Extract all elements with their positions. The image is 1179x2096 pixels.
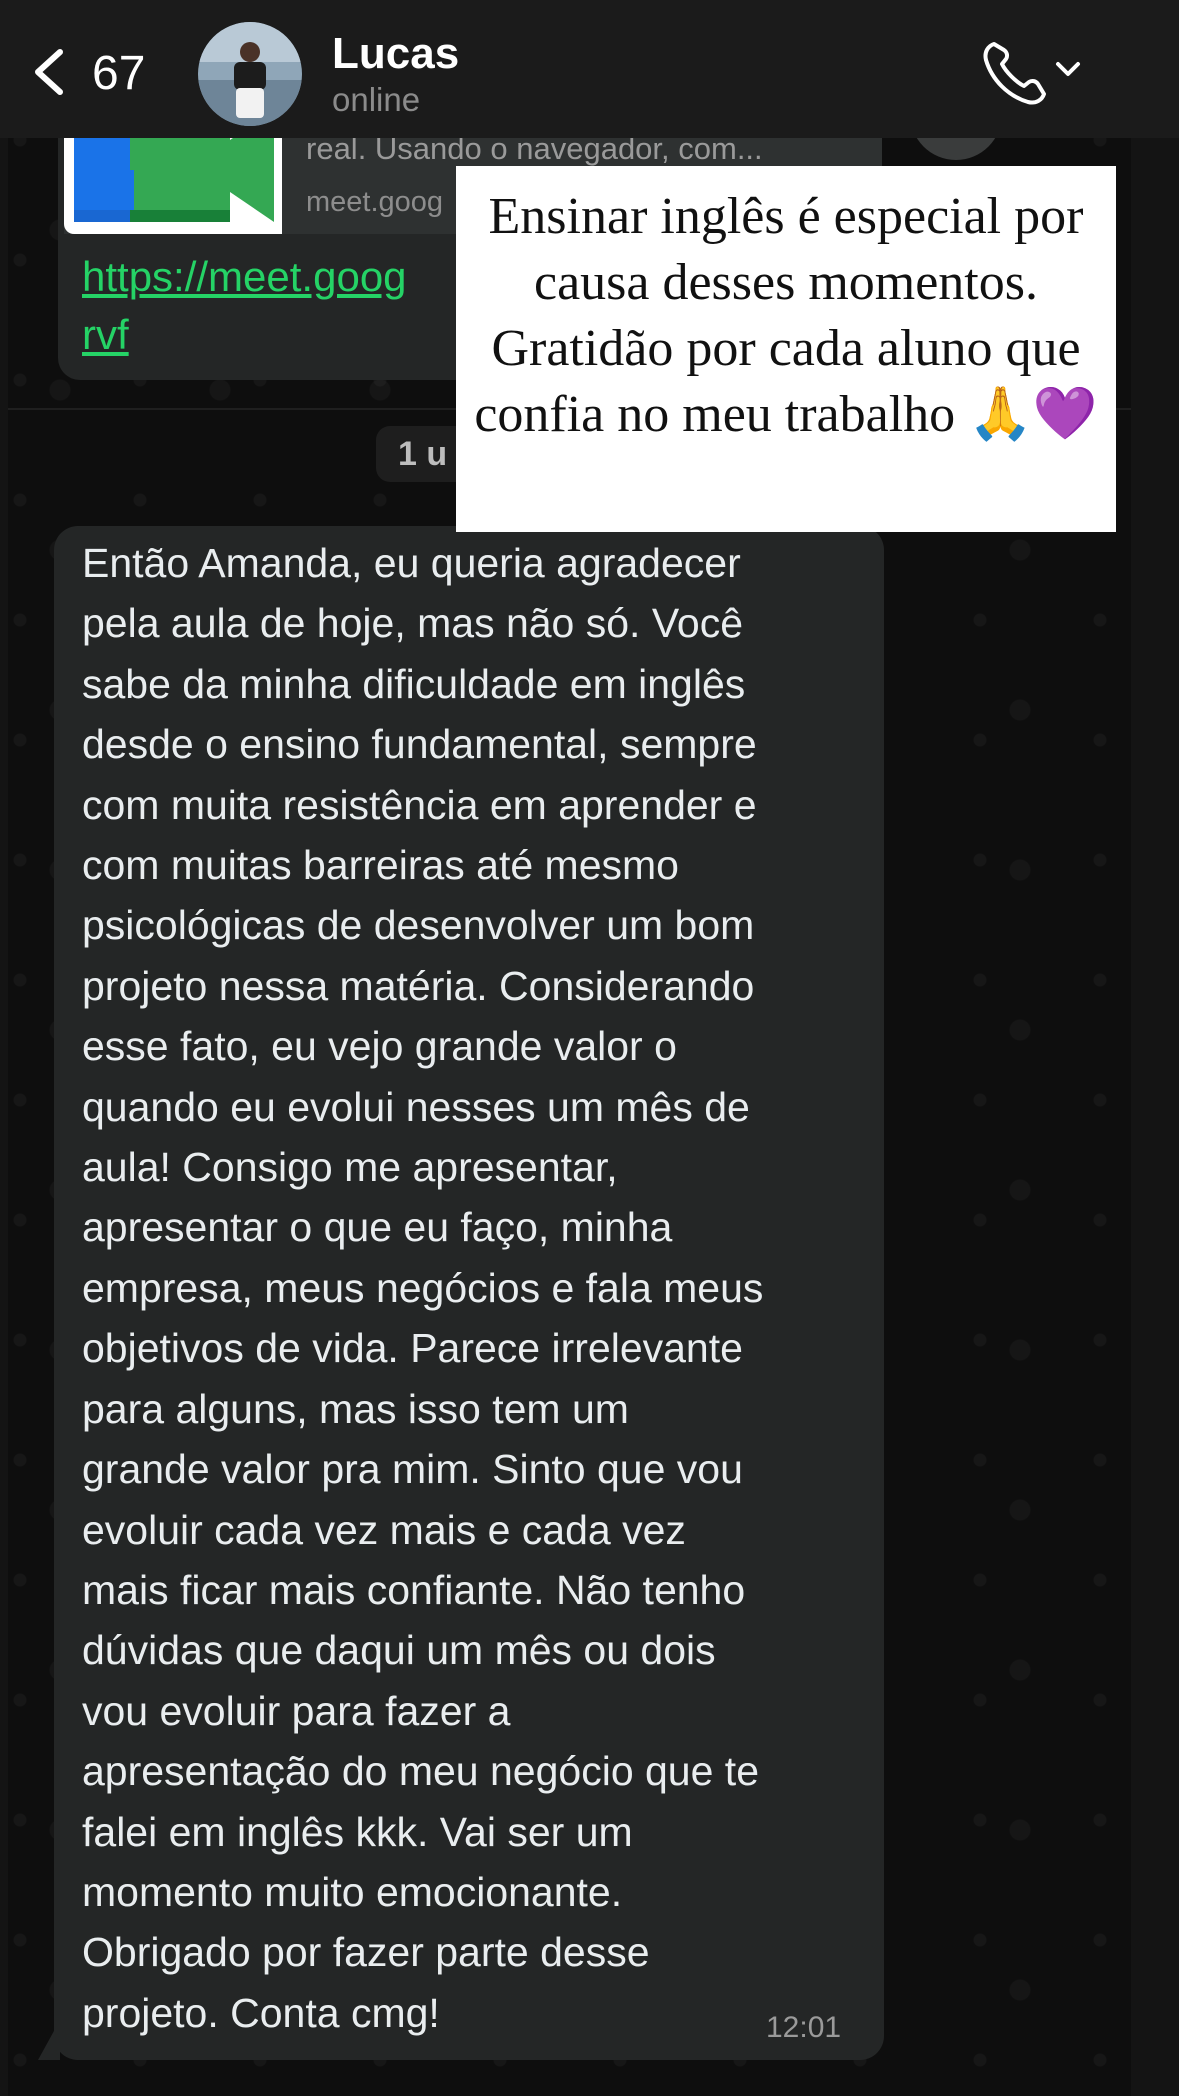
phone-icon (983, 42, 1080, 105)
message-bubble-tail (38, 2020, 60, 2060)
contact-status: online (332, 81, 421, 118)
link-preview-domain: meet.goog (306, 186, 444, 218)
chevron-left-icon[interactable] (30, 48, 70, 96)
date-divider-label: 1 u (398, 435, 448, 473)
unread-count[interactable]: 67 (92, 46, 145, 102)
left-edge (0, 0, 8, 2096)
contact-name[interactable]: Lucas (332, 28, 459, 80)
message-text: Então Amanda, eu queria agradecer pela a… (82, 540, 764, 2036)
overlay-caption: Ensinar inglês é especial por causa dess… (474, 188, 1098, 443)
call-button[interactable] (980, 36, 1082, 108)
message-timestamp: 12:01 (766, 2011, 842, 2044)
right-edge (1131, 0, 1179, 2096)
chat-header: 67 Lucas online (0, 0, 1179, 138)
avatar[interactable] (198, 22, 302, 126)
